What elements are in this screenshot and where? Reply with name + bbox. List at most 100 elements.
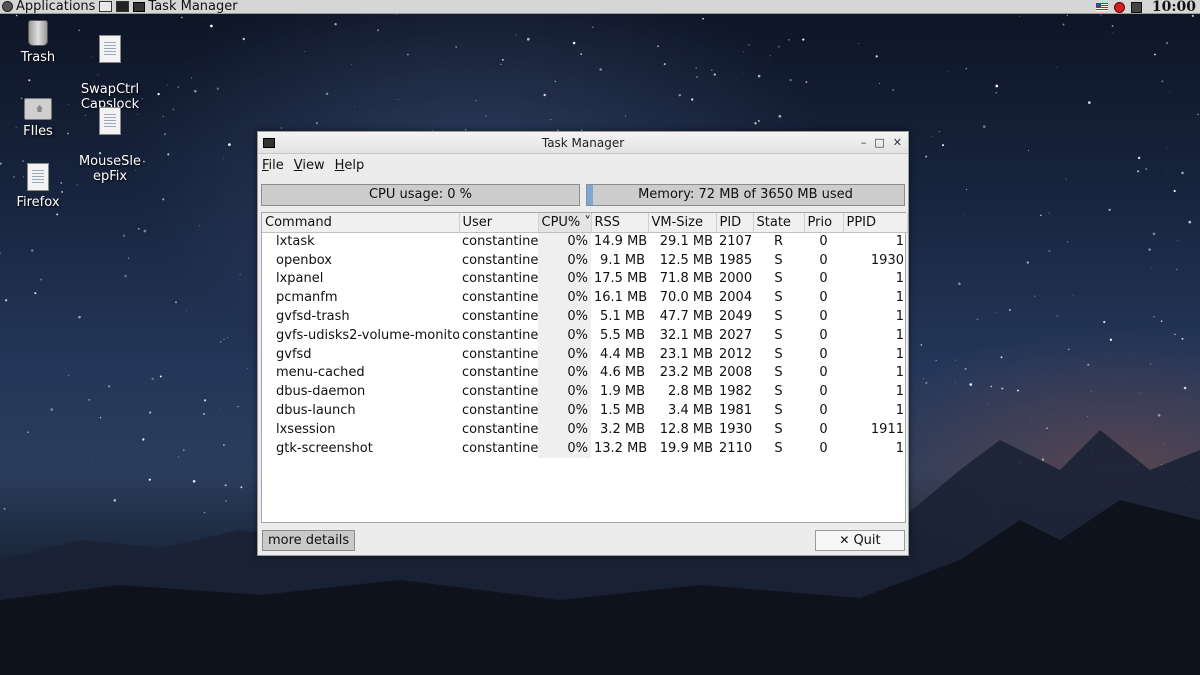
cell-pid: 1985 — [719, 252, 753, 268]
maximize-button[interactable]: □ — [874, 136, 884, 149]
cell-ppid: 1 — [895, 271, 904, 287]
quit-button[interactable]: ✕ Quit — [815, 530, 905, 551]
memory-usage-fill — [587, 185, 594, 205]
star — [1103, 320, 1106, 324]
cell-prio: 0 — [819, 440, 828, 456]
more-details-button[interactable]: more details — [262, 530, 356, 551]
table-row[interactable]: gvfsd constantine 0% 4.4 MB 23.1 MB 2012 S 0 1 — [262, 344, 907, 364]
desktop-icon-files[interactable]: FIles — [3, 92, 73, 139]
star — [754, 122, 757, 125]
cell-pid: 2107 — [719, 234, 753, 250]
star — [988, 404, 989, 405]
column-header-ppid[interactable]: PPID — [843, 213, 908, 233]
table-row[interactable]: menu-cached constantine 0% 4.6 MB 23.2 MB 200… — [262, 363, 907, 383]
cell-ppid: 1 — [895, 384, 904, 400]
star — [0, 252, 1, 255]
cell-cpu: 0% — [538, 382, 591, 402]
star — [485, 115, 487, 117]
table-row[interactable]: gvfs-udisks2-volume-monitor constantine 0%… — [262, 325, 907, 345]
desktop-icon-firefox[interactable]: Firefox — [3, 163, 73, 210]
table-row[interactable]: lxsession constantine 0% 3.2 MB 12.8 MB 1930 S… — [262, 419, 907, 439]
star — [34, 292, 37, 295]
star — [162, 198, 165, 201]
column-header-cpu[interactable]: CPU% ˅ — [538, 213, 592, 233]
star — [315, 121, 319, 125]
menu-file[interactable]: File — [262, 158, 284, 173]
table-row[interactable]: openbox constantine 0% 9.1 MB 12.5 MB 1985 S 0 1… — [262, 250, 907, 270]
task-manager-window: Task Manager – □ ✕ File View Help CPU us… — [257, 131, 909, 556]
applications-menu-button[interactable]: Applications — [0, 0, 95, 14]
cell-rss: 4.4 MB — [600, 346, 645, 362]
star — [935, 359, 937, 361]
cell-user: constantine — [462, 365, 538, 381]
star — [198, 225, 200, 227]
terminal-icon[interactable] — [116, 1, 130, 12]
table-row[interactable]: lxpanel constantine 0% 17.5 MB 71.8 MB 2000 S 0… — [262, 269, 907, 289]
column-header-pid[interactable]: PID — [716, 213, 754, 233]
menu-view[interactable]: View — [294, 158, 325, 173]
column-header-state[interactable]: State — [753, 213, 805, 233]
table-row[interactable]: dbus-launch constantine 0% 1.5 MB 3.4 MB 1981… — [262, 401, 907, 420]
cell-prio: 0 — [819, 327, 828, 343]
file-manager-icon[interactable] — [99, 1, 113, 12]
cell-prio: 0 — [819, 309, 828, 325]
star — [178, 456, 179, 458]
cell-state: S — [774, 271, 783, 287]
table-row[interactable]: lxtask constantine 0% 14.9 MB 29.1 MB 2107 R 0 1 — [262, 232, 907, 251]
column-header-command[interactable]: Command — [262, 213, 460, 233]
clock[interactable]: 10:00 — [1152, 0, 1196, 15]
menu-help[interactable]: Help — [335, 158, 365, 173]
star — [805, 81, 808, 84]
apps-menu-icon — [2, 1, 13, 12]
cell-state: S — [774, 403, 783, 419]
battery-icon[interactable] — [1130, 1, 1142, 13]
star — [769, 55, 771, 57]
cell-vm-size: 23.2 MB — [659, 365, 713, 381]
star — [962, 213, 964, 215]
column-header-prio[interactable]: Prio — [804, 213, 844, 233]
star — [1111, 32, 1113, 34]
star — [397, 99, 399, 100]
star — [789, 79, 792, 82]
window-titlebar[interactable]: Task Manager – □ ✕ — [258, 132, 908, 154]
star — [280, 127, 283, 129]
column-header-user[interactable]: User — [459, 213, 539, 233]
cell-user: constantine — [462, 421, 538, 437]
cell-rss: 1.5 MB — [600, 403, 645, 419]
close-button[interactable]: ✕ — [893, 136, 902, 149]
table-row[interactable]: pcmanfm constantine 0% 16.1 MB 70.0 MB 2004 S 0… — [262, 288, 907, 308]
memory-usage-label: Memory: 72 MB of 3650 MB used — [638, 187, 853, 202]
cell-state: R — [773, 234, 784, 250]
flag-us-icon[interactable] — [1095, 3, 1108, 11]
network-icon[interactable] — [1113, 1, 1125, 13]
task-manager-icon — [263, 138, 275, 148]
star — [713, 73, 716, 76]
star — [202, 19, 203, 20]
star — [788, 38, 790, 41]
table-row[interactable]: dbus-daemon constantine 0% 1.9 MB 2.8 MB 1982… — [262, 382, 907, 402]
star — [1040, 214, 1042, 217]
star — [1066, 14, 1068, 17]
cell-state: S — [774, 384, 783, 400]
column-header-label: User — [462, 214, 493, 230]
sort-descending-icon: ˅ — [580, 214, 591, 230]
star — [543, 93, 546, 97]
star — [325, 92, 329, 96]
process-table[interactable]: Command User CPU% ˅ RSS VM-Size PID State Prio P… — [261, 212, 908, 523]
minimize-button[interactable]: – — [861, 136, 867, 149]
desktop-icon-trash[interactable]: Trash — [3, 20, 73, 65]
star — [1166, 170, 1168, 172]
star — [1165, 41, 1169, 45]
star — [711, 69, 713, 71]
cell-cpu: 0% — [538, 269, 591, 289]
desktop-icon-mousesleepfix[interactable]: MouseSle epFix — [75, 92, 145, 199]
table-row[interactable]: gvfsd-trash constantine 0% 5.1 MB 47.7 MB 204… — [262, 307, 907, 326]
taskbar-button-task-manager[interactable]: Task Manager — [133, 0, 238, 14]
column-header-vm-size[interactable]: VM-Size — [648, 213, 717, 233]
star — [1163, 444, 1164, 445]
star — [1027, 150, 1029, 152]
star — [143, 229, 147, 233]
table-row[interactable]: gtk-screenshot constantine 0% 13.2 MB 19.9 M… — [262, 438, 907, 458]
star — [592, 26, 594, 28]
column-header-rss[interactable]: RSS — [591, 213, 649, 233]
